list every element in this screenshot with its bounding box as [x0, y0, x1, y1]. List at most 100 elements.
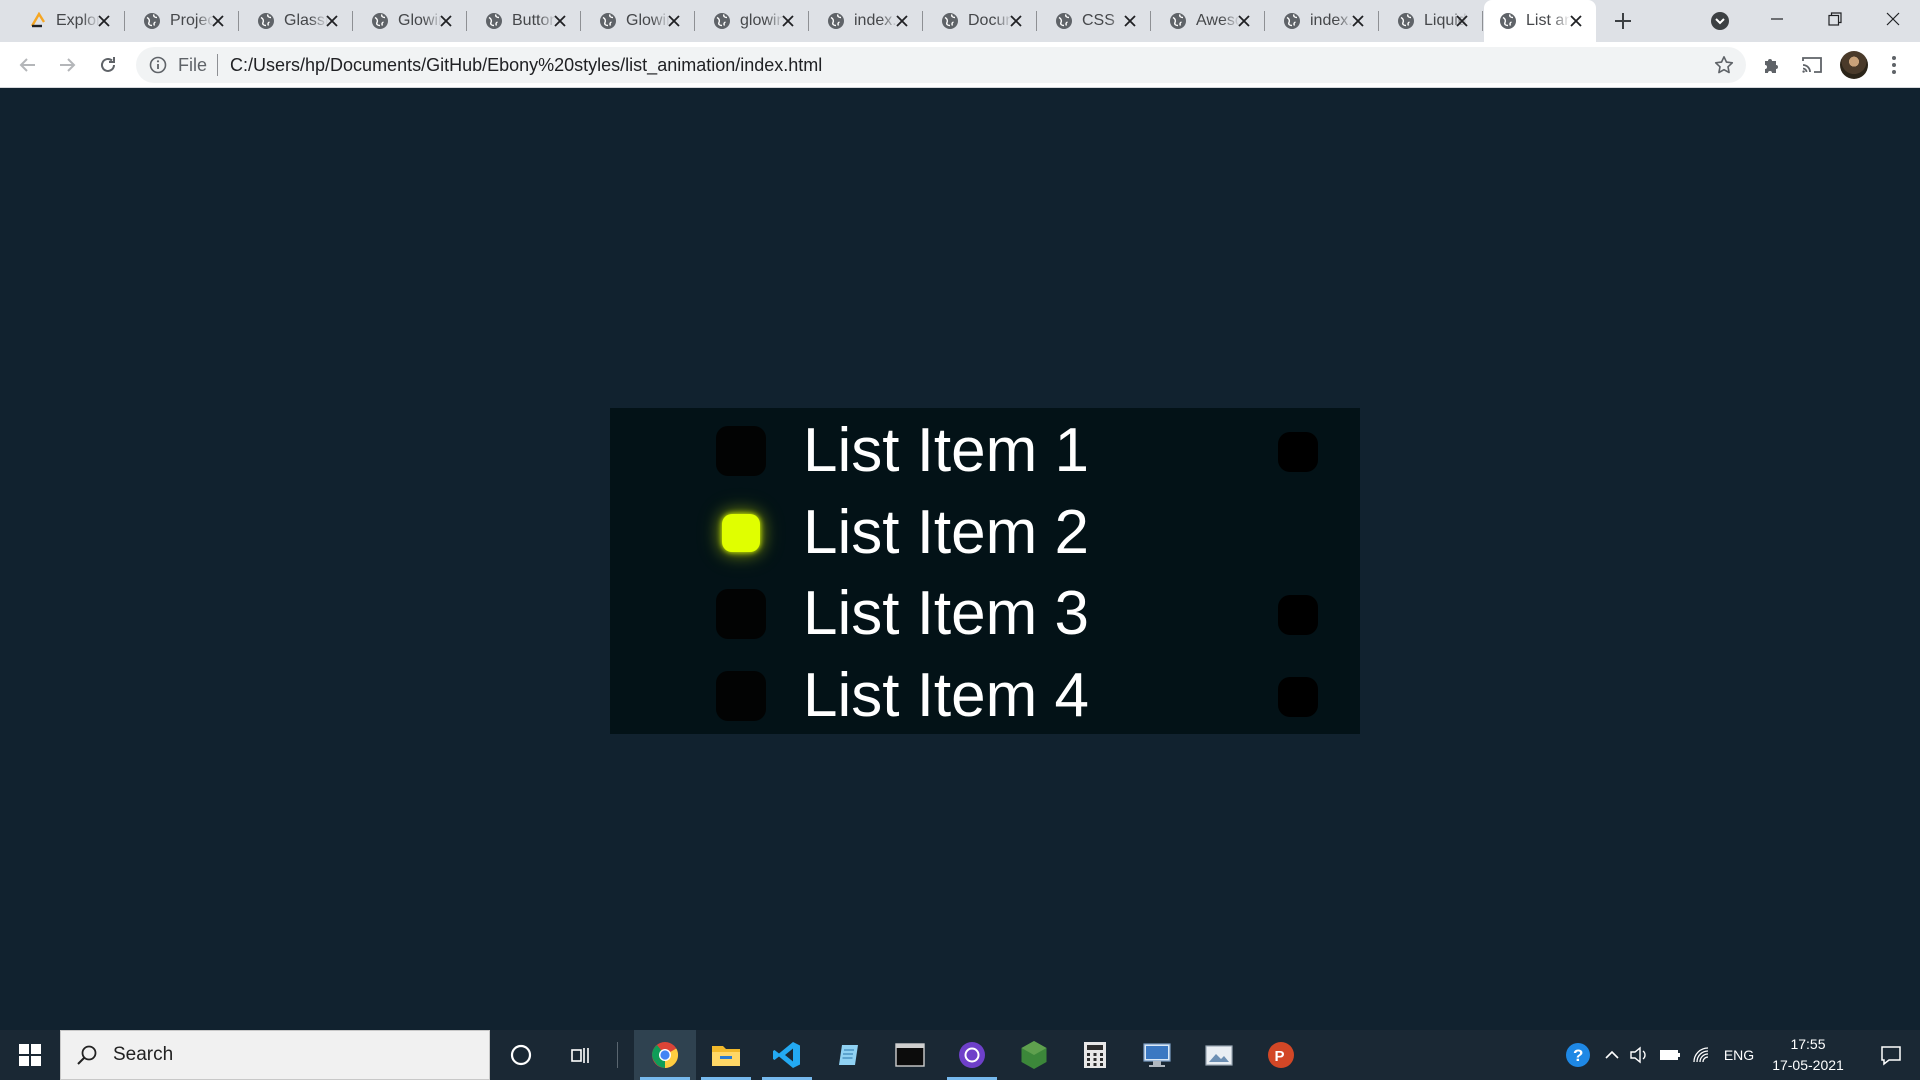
close-window-button[interactable] — [1864, 0, 1920, 38]
browser-tab[interactable]: Button — [470, 0, 581, 42]
language-indicator[interactable]: ENG — [1720, 1030, 1758, 1080]
tab-separator — [238, 11, 239, 31]
task-view-icon — [571, 1048, 589, 1063]
tab-close-icon[interactable] — [1234, 11, 1254, 31]
battery-button[interactable] — [1656, 1030, 1684, 1080]
cast-button[interactable] — [1798, 51, 1826, 79]
browser-tab[interactable]: Explore GitHub — [14, 0, 125, 42]
tab-search-button[interactable] — [1708, 9, 1732, 33]
profile-avatar[interactable] — [1840, 51, 1868, 79]
task-view-button[interactable] — [550, 1030, 612, 1080]
taskbar-file-explorer[interactable] — [695, 1030, 757, 1080]
start-button[interactable] — [0, 1030, 60, 1080]
minimize-button[interactable] — [1748, 0, 1806, 38]
back-button[interactable] — [12, 49, 44, 81]
tab-close-icon[interactable] — [1120, 11, 1140, 31]
browser-tab[interactable]: Awesome — [1154, 0, 1265, 42]
search-placeholder: Search — [113, 1044, 174, 1065]
taskbar-remote-desktop[interactable] — [1126, 1030, 1188, 1080]
tab-close-icon[interactable] — [550, 11, 570, 31]
tab-close-icon[interactable] — [208, 11, 228, 31]
volume-button[interactable] — [1626, 1030, 1652, 1080]
globe-icon — [940, 11, 960, 31]
arrow-left-icon — [19, 58, 35, 72]
taskbar-search-box[interactable]: Search — [60, 1030, 490, 1080]
svg-text:P: P — [1275, 1048, 1285, 1065]
restore-button[interactable] — [1806, 0, 1864, 38]
help-icon: ? — [1566, 1043, 1590, 1067]
page-viewport: List Item 1 List Item 2 List Item 3 List It… — [0, 89, 1920, 1030]
browser-tab[interactable]: Document — [926, 0, 1037, 42]
globe-icon — [256, 11, 276, 31]
taskbar-photos[interactable] — [1188, 1030, 1250, 1080]
new-tab-button[interactable] — [1609, 7, 1637, 35]
tab-close-icon[interactable] — [664, 11, 684, 31]
tab-close-icon[interactable] — [1452, 11, 1472, 31]
browser-tab[interactable]: Glowing — [584, 0, 695, 42]
close-icon — [1886, 12, 1900, 26]
bookmark-star-icon[interactable] — [1714, 55, 1734, 75]
windows-logo-icon — [19, 1044, 41, 1066]
browser-toolbar: File C:/Users/hp/Documents/GitHub/Ebony%… — [0, 42, 1920, 88]
extensions-button[interactable] — [1758, 51, 1786, 79]
globe-icon — [712, 11, 732, 31]
taskbar-divider — [617, 1042, 618, 1068]
list-item[interactable]: List Item 1 — [610, 408, 1360, 490]
network-button[interactable] — [1688, 1030, 1716, 1080]
tab-close-icon[interactable] — [322, 11, 342, 31]
minimize-icon — [1771, 18, 1783, 20]
tab-close-icon[interactable] — [94, 11, 114, 31]
notifications-button[interactable] — [1866, 1030, 1916, 1080]
tab-separator — [1378, 11, 1379, 31]
chrome-icon — [652, 1042, 679, 1069]
taskbar-github-desktop[interactable] — [941, 1030, 1003, 1080]
help-tray-button[interactable]: ? — [1560, 1030, 1596, 1080]
taskbar-nodejs[interactable] — [1003, 1030, 1065, 1080]
list-item-label: List Item 2 — [803, 497, 1089, 567]
cortana-circle-icon — [510, 1044, 532, 1066]
reload-button[interactable] — [92, 49, 124, 81]
tab-close-icon[interactable] — [892, 11, 912, 31]
tab-close-icon[interactable] — [1006, 11, 1026, 31]
browser-tab[interactable]: index.html — [1268, 0, 1379, 42]
tab-separator — [466, 11, 467, 31]
tab-close-icon[interactable] — [778, 11, 798, 31]
chrome-menu-button[interactable] — [1880, 51, 1908, 79]
taskbar-vscode[interactable] — [756, 1030, 818, 1080]
browser-tab[interactable]: Liquid — [1382, 0, 1483, 42]
taskbar-calculator[interactable] — [1064, 1030, 1126, 1080]
browser-tab[interactable]: Projects — [128, 0, 239, 42]
show-hidden-icons-button[interactable] — [1600, 1030, 1624, 1080]
tab-close-icon[interactable] — [436, 11, 456, 31]
tab-title: List animation — [1526, 12, 1570, 29]
browser-tab[interactable]: glowing — [698, 0, 809, 42]
taskbar-terminal[interactable] — [879, 1030, 941, 1080]
tab-separator — [352, 11, 353, 31]
address-bar[interactable]: File C:/Users/hp/Documents/GitHub/Ebony%… — [136, 47, 1746, 83]
forward-button[interactable] — [51, 49, 83, 81]
url-divider — [217, 54, 219, 76]
svg-text:?: ? — [1573, 1046, 1583, 1065]
globe-icon — [1282, 11, 1302, 31]
tab-active[interactable]: List animation — [1484, 0, 1596, 42]
chevron-up-icon — [1605, 1050, 1619, 1059]
url-text[interactable]: C:/Users/hp/Documents/GitHub/Ebony%20sty… — [230, 55, 822, 76]
tab-separator — [580, 11, 581, 31]
browser-tab[interactable]: Glowing — [356, 0, 467, 42]
tab-close-icon[interactable] — [1348, 11, 1368, 31]
taskbar-clock[interactable]: 17:55 17-05-2021 — [1758, 1034, 1858, 1076]
list-item[interactable]: List Item 4 — [610, 653, 1360, 735]
list-item[interactable]: List Item 2 — [610, 490, 1360, 572]
globe-icon — [484, 11, 504, 31]
list-item[interactable]: List Item 3 — [610, 571, 1360, 653]
info-icon[interactable] — [148, 55, 168, 75]
browser-tab[interactable]: Glassmorphism — [242, 0, 353, 42]
browser-tab[interactable]: CSS — [1040, 0, 1151, 42]
taskbar-chrome[interactable] — [634, 1030, 696, 1080]
puzzle-icon — [1765, 59, 1778, 73]
taskbar-powerpoint[interactable]: P — [1250, 1030, 1312, 1080]
cortana-button[interactable] — [490, 1030, 552, 1080]
taskbar-notepad[interactable] — [818, 1030, 880, 1080]
browser-tab[interactable]: index.html — [812, 0, 923, 42]
tab-close-icon[interactable] — [1566, 11, 1586, 31]
